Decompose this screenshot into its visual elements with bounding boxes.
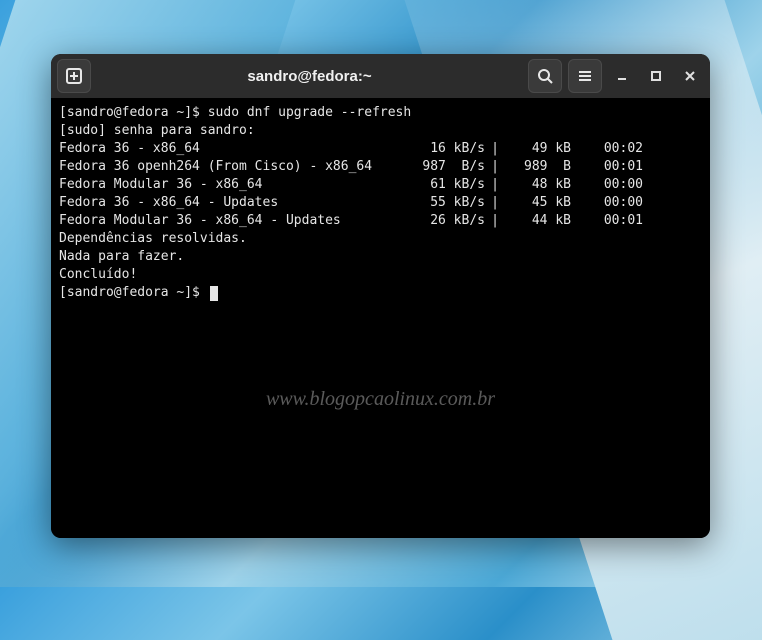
repo-row: Fedora Modular 36 - x86_6461 kB/s|48 kB0… [59,176,702,194]
deps-resolved: Dependências resolvidas. [59,230,702,248]
cursor [210,286,218,301]
prompt-line-idle: [sandro@fedora ~]$ [59,284,702,302]
menu-button[interactable] [568,59,602,93]
maximize-button[interactable] [642,62,670,90]
titlebar: sandro@fedora:~ [51,54,710,98]
repo-row: Fedora 36 openh264 (From Cisco) - x86_64… [59,158,702,176]
command-text: sudo dnf upgrade --refresh [208,105,412,120]
terminal-body[interactable]: [sandro@fedora ~]$ sudo dnf upgrade --re… [51,98,710,538]
sudo-prompt: [sudo] senha para sandro: [59,122,702,140]
search-button[interactable] [528,59,562,93]
close-icon [684,70,696,82]
terminal-window: sandro@fedora:~ [sandro@fedora ~]$ sudo … [51,54,710,538]
watermark-text: www.blogopcaolinux.com.br [51,390,710,408]
maximize-icon [650,70,662,82]
search-icon [537,68,553,84]
prompt-prefix: [sandro@fedora ~]$ [59,284,208,302]
plus-icon [66,68,82,84]
window-title: sandro@fedora:~ [97,68,522,85]
hamburger-icon [577,68,593,84]
minimize-icon [616,70,628,82]
prompt-prefix: [sandro@fedora ~]$ [59,105,208,120]
minimize-button[interactable] [608,62,636,90]
prompt-line: [sandro@fedora ~]$ sudo dnf upgrade --re… [59,104,702,122]
repo-row: Fedora Modular 36 - x86_64 - Updates26 k… [59,212,702,230]
done-msg: Concluído! [59,266,702,284]
repo-row: Fedora 36 - x86_64 - Updates55 kB/s|45 k… [59,194,702,212]
nothing-to-do: Nada para fazer. [59,248,702,266]
close-button[interactable] [676,62,704,90]
new-tab-button[interactable] [57,59,91,93]
repo-row: Fedora 36 - x86_6416 kB/s|49 kB00:02 [59,140,702,158]
